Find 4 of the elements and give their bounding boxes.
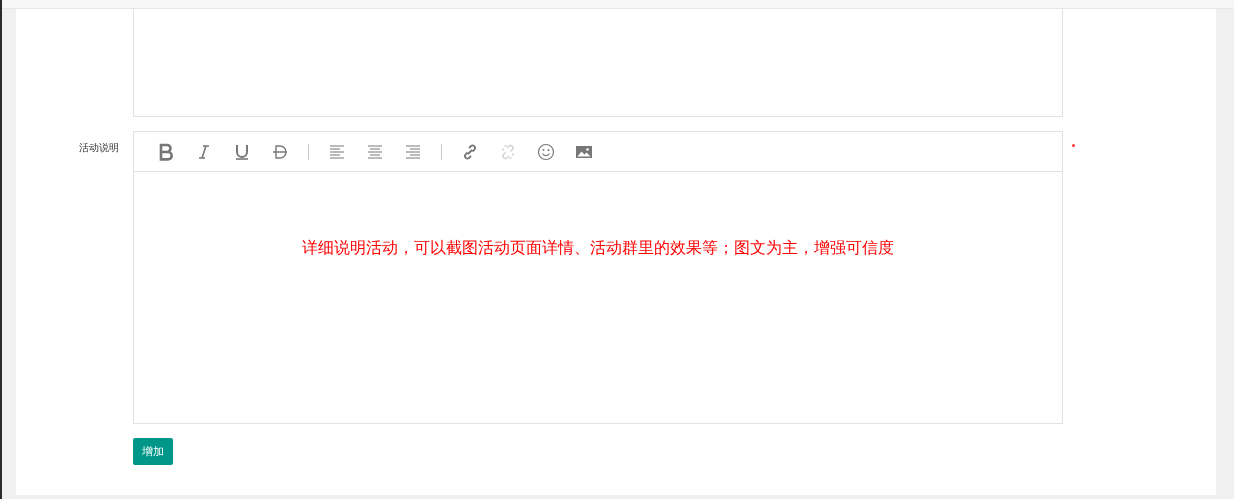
add-button[interactable]: 增加: [133, 438, 173, 465]
editor-text: 详细说明活动，可以截图活动页面详情、活动群里的效果等；图文为主，增强可信度: [302, 238, 894, 258]
rich-text-editor[interactable]: 详细说明活动，可以截图活动页面详情、活动群里的效果等；图文为主，增强可信度: [133, 131, 1063, 424]
field-label: 活动说明: [79, 141, 119, 155]
